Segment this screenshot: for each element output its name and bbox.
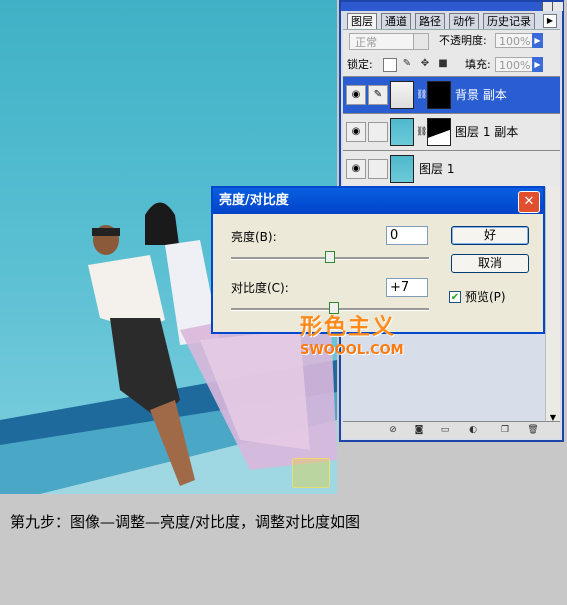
blend-mode-value: 正常 (355, 36, 377, 49)
contrast-slider-thumb[interactable] (328, 302, 339, 314)
layers-scrollbar[interactable]: ▼ (545, 187, 560, 425)
trash-icon[interactable]: 🗑 (527, 424, 539, 436)
brightness-input[interactable]: 0 (386, 226, 428, 245)
opacity-input[interactable]: 100% (495, 33, 533, 48)
tab-layers[interactable]: 图层 (347, 13, 377, 29)
preview-checkbox[interactable]: ✔ (449, 291, 461, 303)
layer-name: 图层 1 副本 (455, 125, 519, 139)
lock-label: 锁定: (347, 58, 373, 71)
opacity-label: 不透明度: (439, 34, 487, 47)
brush-icon[interactable]: ✎ (368, 85, 388, 105)
new-layer-icon[interactable]: ❐ (499, 424, 511, 436)
layer-row-layer1[interactable]: ◉ 图层 1 (343, 151, 560, 188)
fill-label: 填充: (465, 58, 491, 71)
watermark-en: SWOOOL.COM (300, 343, 404, 358)
panel-titlebar (341, 2, 563, 11)
blend-row: 正常 不透明度: 100% ▶ (343, 30, 560, 54)
panel-menu-arrow-icon[interactable]: ▶ (543, 14, 557, 28)
fill-input[interactable]: 100% (495, 57, 533, 72)
layer-row-layer1-copy[interactable]: ◉ ⛓ 图层 1 副本 (343, 114, 560, 151)
brightness-label: 亮度(B): (231, 230, 277, 244)
brightness-slider-thumb[interactable] (325, 251, 335, 263)
tab-channels[interactable]: 通道 (381, 13, 411, 29)
chevron-down-icon (413, 34, 428, 49)
layer-style-icon[interactable]: ⊘ (387, 424, 399, 436)
layer-mask-thumbnail (427, 118, 451, 146)
layers-bottom-toolbar: ⊘ ◙ ▭ ◐ ❐ 🗑 (343, 421, 560, 438)
layer-thumbnail (390, 118, 414, 146)
site-watermark: 形色主义 SWOOOL.COM (300, 316, 404, 358)
adjustment-layer-icon[interactable]: ◐ (467, 424, 479, 436)
lock-transparency-icon[interactable] (383, 58, 397, 72)
preview-label: 预览(P) (465, 290, 506, 304)
lock-brush-icon[interactable]: ✎ (401, 58, 413, 70)
eye-icon[interactable]: ◉ (346, 85, 366, 105)
close-icon[interactable] (552, 2, 563, 11)
brush-slot-icon[interactable] (368, 159, 388, 179)
layer-name: 图层 1 (419, 162, 455, 176)
tab-paths[interactable]: 路径 (415, 13, 445, 29)
ok-button[interactable]: 好 (451, 226, 529, 245)
brightness-contrast-dialog: 亮度/对比度 ✕ 亮度(B): 0 对比度(C): +7 好 取消 ✔ 预览(P… (211, 186, 545, 334)
tab-history[interactable]: 历史记录 (483, 13, 535, 29)
contrast-label: 对比度(C): (231, 281, 289, 295)
layer-thumbnail (390, 81, 414, 109)
eye-icon[interactable]: ◉ (346, 159, 366, 179)
brush-slot-icon[interactable] (368, 122, 388, 142)
layer-thumbnail (390, 155, 414, 183)
fill-arrow-icon[interactable]: ▶ (532, 57, 543, 72)
watermark-cn: 形色主义 (300, 315, 397, 340)
eye-icon[interactable]: ◉ (346, 122, 366, 142)
panel-tabs: 图层 通道 路径 动作 历史记录 ▶ (343, 12, 560, 30)
lock-row: 锁定: ✎ ✥ ■ 填充: 100% ▶ (343, 54, 560, 77)
layer-row-background-copy[interactable]: ◉ ✎ ⛓ 背景 副本 (343, 77, 560, 114)
link-chain-icon: ⛓ (416, 127, 428, 137)
tab-actions[interactable]: 动作 (449, 13, 479, 29)
step-caption: 第九步：图像—调整—亮度/对比度，调整对比度如图 (10, 513, 361, 531)
layer-mask-thumbnail (427, 81, 451, 109)
layer-name: 背景 副本 (455, 88, 507, 102)
opacity-arrow-icon[interactable]: ▶ (532, 33, 543, 48)
cancel-button[interactable]: 取消 (451, 254, 529, 273)
contrast-input[interactable]: +7 (386, 278, 428, 297)
new-group-icon[interactable]: ▭ (439, 424, 451, 436)
lock-move-icon[interactable]: ✥ (419, 58, 431, 70)
lock-all-icon[interactable]: ■ (437, 58, 449, 70)
blend-mode-select[interactable]: 正常 (349, 33, 429, 50)
close-icon[interactable]: ✕ (518, 191, 540, 213)
dialog-title: 亮度/对比度 (213, 188, 543, 214)
link-chain-icon: ⛓ (416, 90, 428, 100)
corner-watermark-logo (292, 458, 330, 488)
add-mask-icon[interactable]: ◙ (413, 424, 425, 436)
